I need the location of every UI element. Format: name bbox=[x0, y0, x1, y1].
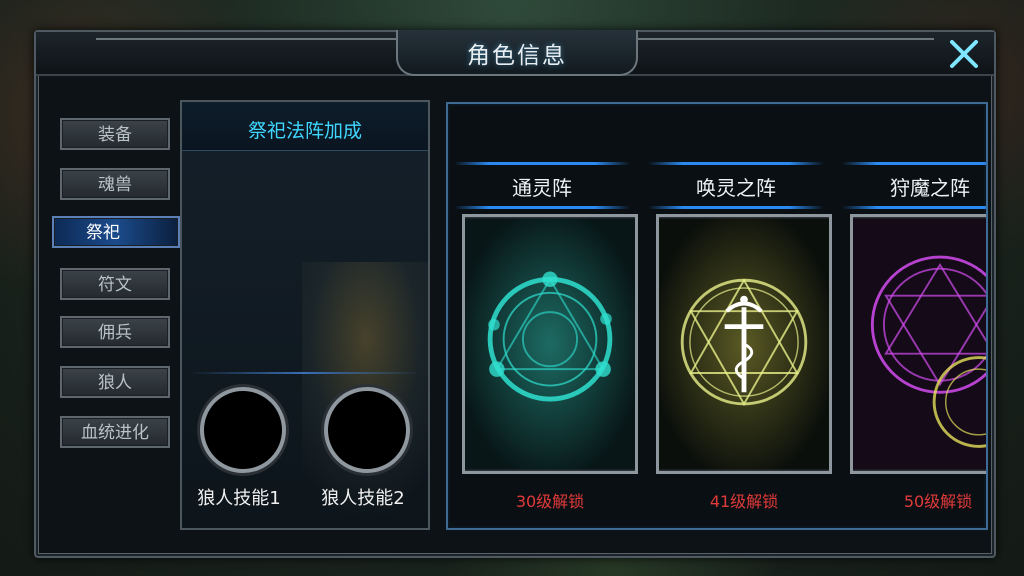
title-bar: 角色信息 bbox=[36, 30, 994, 76]
character-info-window: 角色信息 装备 魂兽 祭祀 符文 佣兵 狼人 血统进化 祭祀法阵加成 狼人技能1… bbox=[34, 30, 996, 558]
sacrifice-bonus-panel: 祭祀法阵加成 狼人技能1 狼人技能2 bbox=[180, 100, 430, 530]
card-divider bbox=[648, 206, 824, 209]
bonus-title: 祭祀法阵加成 bbox=[247, 120, 362, 142]
formation-card-1: 通灵阵 30级解锁 bbox=[454, 162, 638, 522]
formation-card-summon[interactable] bbox=[656, 214, 832, 474]
tab-rune[interactable]: 符文 bbox=[60, 268, 170, 300]
card-top-line bbox=[454, 162, 630, 165]
close-icon bbox=[950, 40, 978, 68]
tab-equipment[interactable]: 装备 bbox=[60, 118, 170, 150]
skill-slot-2-label: 狼人技能2 bbox=[321, 488, 405, 509]
alchemy-circle-icon bbox=[659, 218, 829, 470]
formation-card-3: 狩魔之阵 50级解锁 bbox=[842, 162, 986, 522]
card-top-line bbox=[842, 162, 986, 165]
formation-name: 唤灵之阵 bbox=[696, 176, 776, 200]
card-divider bbox=[454, 206, 630, 209]
card-top-line bbox=[648, 162, 824, 165]
formation-name: 通灵阵 bbox=[512, 176, 572, 200]
tab-werewolf[interactable]: 狼人 bbox=[60, 366, 170, 398]
skill-slot-1-label: 狼人技能1 bbox=[197, 488, 281, 509]
tab-soul-beast[interactable]: 魂兽 bbox=[60, 168, 170, 200]
formation-card-spirit[interactable] bbox=[462, 214, 638, 474]
unlock-level: 41级解锁 bbox=[709, 492, 779, 511]
werewolf-skill-slot-1[interactable] bbox=[200, 387, 286, 473]
close-button[interactable] bbox=[946, 36, 982, 72]
formation-card-demon-hunt[interactable] bbox=[850, 214, 986, 474]
card-divider bbox=[842, 206, 986, 209]
werewolf-skill-slot-2[interactable] bbox=[324, 387, 410, 473]
unlock-level: 50级解锁 bbox=[903, 492, 973, 511]
tab-sacrifice[interactable]: 祭祀 bbox=[52, 216, 180, 248]
formation-name: 狩魔之阵 bbox=[890, 176, 970, 200]
title-wing-right bbox=[634, 38, 934, 40]
purple-magic-circle-icon bbox=[853, 218, 986, 470]
title-plate: 角色信息 bbox=[396, 30, 638, 76]
unlock-level: 30级解锁 bbox=[515, 492, 585, 511]
bonus-header: 祭祀法阵加成 bbox=[182, 102, 428, 151]
tab-bloodline-evolution[interactable]: 血统进化 bbox=[60, 416, 170, 448]
formation-card-2: 唤灵之阵 41级解锁 bbox=[648, 162, 832, 522]
tab-mercenary[interactable]: 佣兵 bbox=[60, 316, 170, 348]
teal-magic-circle-icon bbox=[465, 218, 635, 470]
window-title: 角色信息 bbox=[467, 43, 567, 69]
title-wing-left bbox=[96, 38, 396, 40]
divider bbox=[188, 372, 422, 374]
formations-panel: 通灵阵 30级解锁 唤灵之阵 41级解锁 狩魔之阵 50级解锁 bbox=[446, 102, 988, 530]
